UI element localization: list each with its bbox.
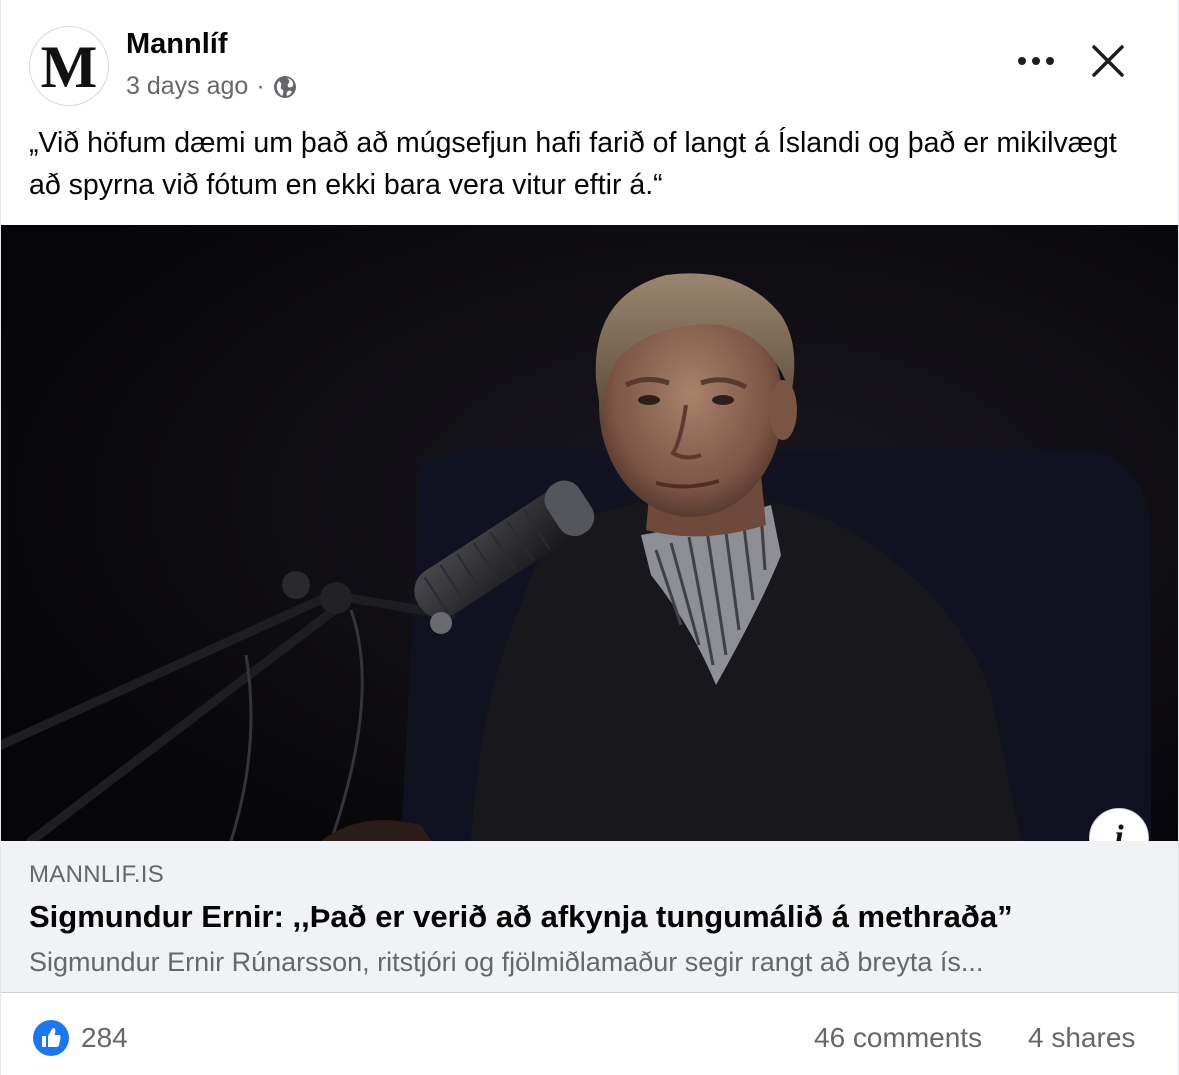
post-header: M Mannlíf 3 days ago · [1,0,1179,115]
globe-icon [273,75,297,99]
close-icon [1091,44,1125,83]
shares-count-link[interactable]: 4 shares [1028,1022,1135,1054]
avatar-logo-letter: M [40,34,98,100]
like-icon[interactable] [33,1020,69,1056]
close-button[interactable] [1081,36,1135,90]
link-description: Sigmundur Ernir Rúnarsson, ritstjóri og … [29,947,984,977]
engagement-bar: 284 46 comments 4 shares [1,994,1179,1075]
link-domain: MANNLIF.IS [29,861,165,888]
link-title: Sigmundur Ernir: ,,Það er verið að afkyn… [29,899,1013,934]
post-message: „Við höfum dæmi um það að múgsefjun hafi… [29,127,1117,201]
page-name-link[interactable]: Mannlíf [126,28,228,61]
page-avatar[interactable]: M [29,26,109,106]
link-preview[interactable]: MANNLIF.IS Sigmundur Ernir: ,,Það er ver… [1,841,1178,993]
post-image[interactable] [1,225,1178,841]
post-meta: 3 days ago · [126,72,297,101]
meta-separator: · [256,72,265,100]
post-card: M Mannlíf 3 days ago · „Við höfum dæmi u… [0,0,1179,1075]
comments-count-link[interactable]: 46 comments [814,1022,982,1054]
like-count[interactable]: 284 [81,1022,128,1054]
post-timestamp[interactable]: 3 days ago [126,72,248,101]
more-options-button[interactable] [1011,42,1061,82]
post-photo [1,225,1178,841]
more-options-icon [1016,53,1056,71]
